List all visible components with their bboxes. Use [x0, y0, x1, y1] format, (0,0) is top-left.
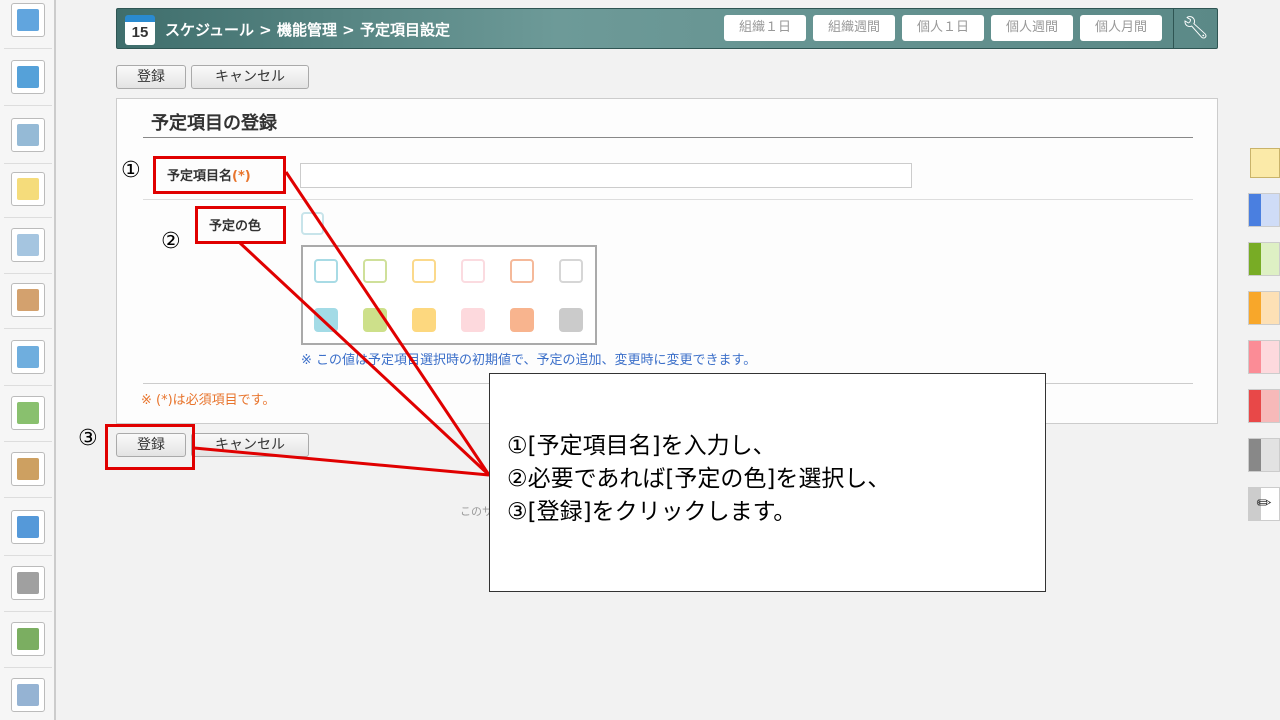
- step-3-marker: ③: [78, 426, 98, 451]
- instruction-callout: ①[予定項目名]を入力し、 ②必要であれば[予定の色]を選択し、 ③[登録]をク…: [489, 373, 1046, 592]
- highlight-name-label: [153, 156, 286, 194]
- instruction-line: ②必要であれば[予定の色]を選択し、: [507, 466, 891, 492]
- step-2-marker: ②: [161, 229, 181, 254]
- annotation-lines: [193, 171, 491, 477]
- instruction-line: ③[登録]をクリックします。: [507, 499, 797, 525]
- highlight-register-button: [105, 424, 195, 470]
- step-1-marker: ①: [121, 158, 141, 183]
- highlight-color-label: [195, 206, 286, 244]
- instruction-line: ①[予定項目名]を入力し、: [507, 433, 776, 459]
